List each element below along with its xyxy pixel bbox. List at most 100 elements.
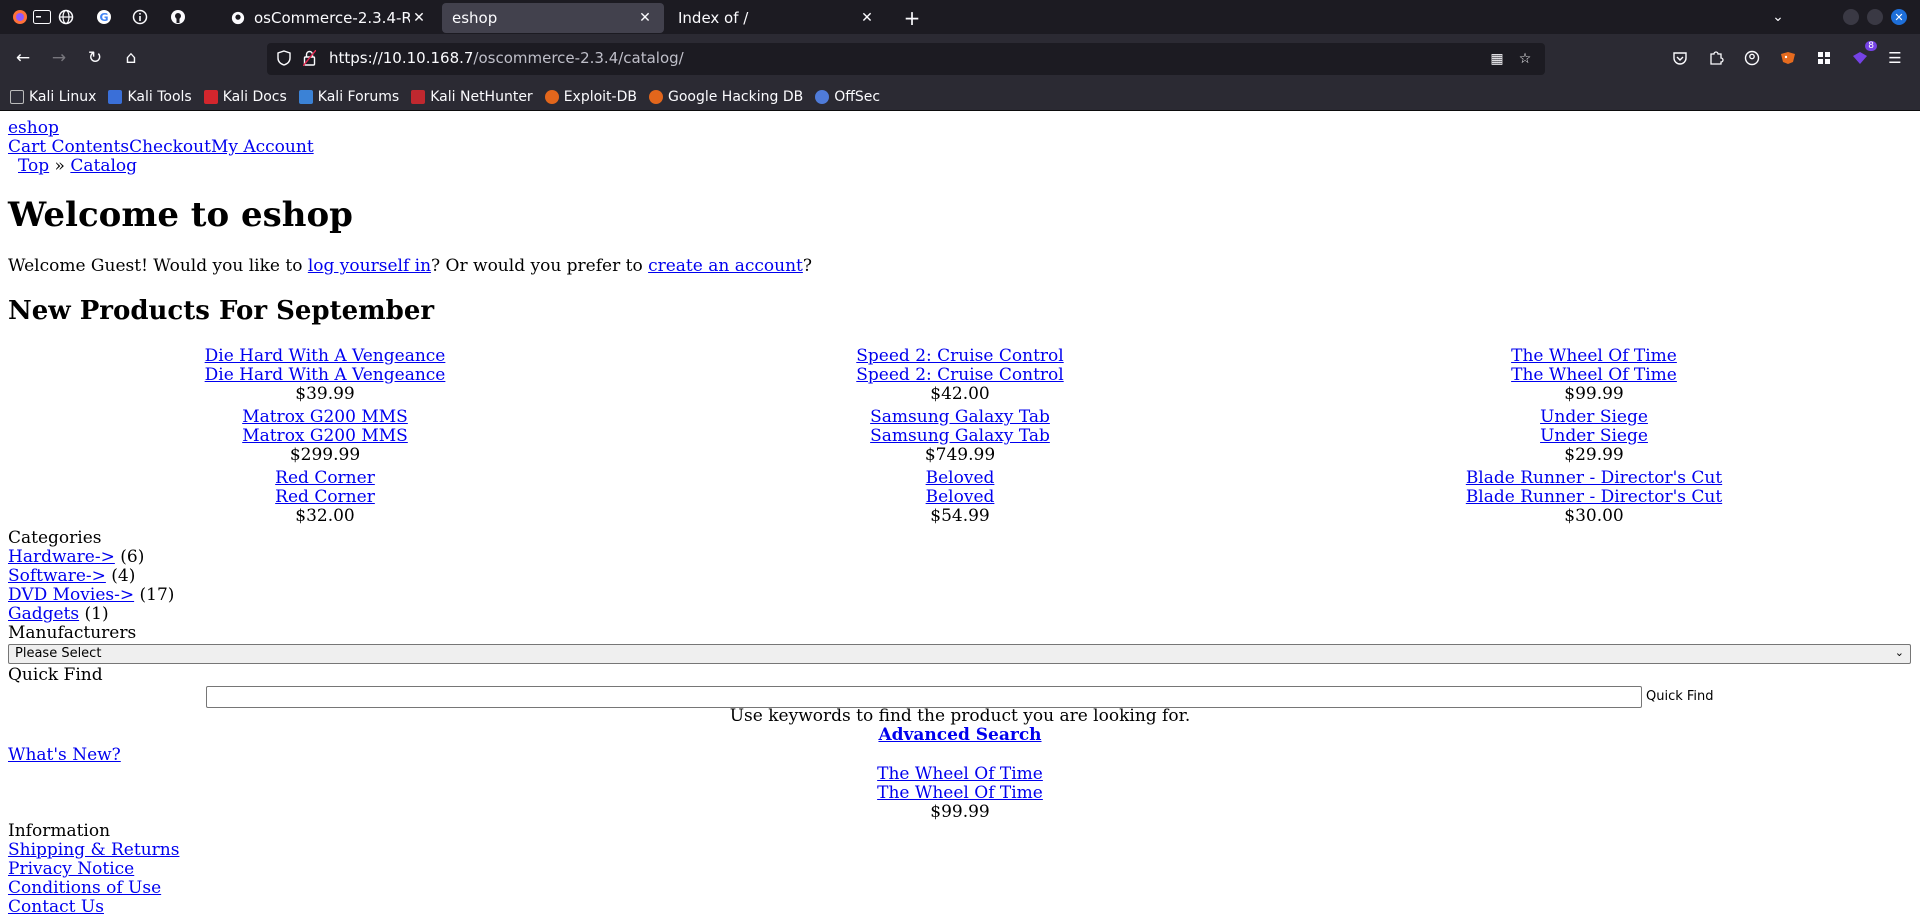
bookmark-google-hacking-db[interactable]: Google Hacking DB bbox=[648, 89, 803, 105]
reload-icon[interactable]: ↻ bbox=[83, 46, 107, 70]
back-icon[interactable]: ← bbox=[11, 46, 35, 70]
category-link-gadgets[interactable]: Gadgets bbox=[8, 604, 79, 624]
product-image-link[interactable]: Matrox G200 MMS bbox=[242, 407, 408, 427]
tab-eshop[interactable]: eshop ✕ bbox=[442, 3, 664, 33]
bookmark-kali-tools[interactable]: Kali Tools bbox=[108, 88, 192, 105]
privacy-notice-link[interactable]: Privacy Notice bbox=[8, 860, 134, 879]
product-cell: The Wheel Of Time The Wheel Of Time $99.… bbox=[1469, 347, 1719, 404]
category-link-software[interactable]: Software-> bbox=[8, 566, 106, 586]
extensions-puzzle-icon[interactable] bbox=[1705, 47, 1727, 69]
bookmark-kali-docs[interactable]: Kali Docs bbox=[203, 89, 287, 105]
breadcrumb-catalog-link[interactable]: Catalog bbox=[70, 156, 137, 176]
product-name-link[interactable]: Samsung Galaxy Tab bbox=[870, 426, 1050, 446]
product-name-link[interactable]: Under Siege bbox=[1540, 426, 1648, 446]
forward-icon[interactable]: → bbox=[47, 46, 71, 70]
bookmark-kali-forums[interactable]: Kali Forums bbox=[298, 89, 399, 105]
pinned-tab-info-icon[interactable] bbox=[122, 0, 158, 34]
bookmark-kali-linux[interactable]: Kali Linux bbox=[10, 89, 96, 105]
product-cell: Speed 2: Cruise Control Speed 2: Cruise … bbox=[835, 347, 1085, 404]
manufacturers-title: Manufacturers bbox=[8, 623, 137, 643]
product-name-link[interactable]: Speed 2: Cruise Control bbox=[856, 365, 1063, 385]
product-image-link[interactable]: The Wheel Of Time bbox=[1511, 346, 1677, 366]
qr-code-icon[interactable]: ▦ bbox=[1488, 50, 1506, 68]
bookmark-kali-nethunter[interactable]: Kali NetHunter bbox=[411, 89, 533, 105]
advanced-search-link[interactable]: Advanced Search bbox=[878, 725, 1041, 745]
lock-icon[interactable] bbox=[302, 49, 317, 68]
pinned-tab-google-icon[interactable]: G bbox=[86, 0, 122, 34]
home-icon[interactable]: ⌂ bbox=[119, 46, 143, 70]
product-name-link[interactable]: Blade Runner - Director's Cut bbox=[1466, 487, 1722, 507]
product-image-link[interactable]: Beloved bbox=[926, 468, 995, 488]
product-cell: Under Siege Under Siege $29.99 bbox=[1469, 408, 1719, 465]
breadcrumb-top-link[interactable]: Top bbox=[18, 156, 49, 176]
minimize-window-button[interactable] bbox=[1843, 9, 1859, 25]
bookmark-star-icon[interactable]: ☆ bbox=[1516, 50, 1534, 68]
product-name-link[interactable]: Beloved bbox=[926, 487, 995, 507]
product-cell: Matrox G200 MMS Matrox G200 MMS $299.99 bbox=[200, 408, 450, 465]
list-all-tabs-icon[interactable]: ⌄ bbox=[1768, 7, 1788, 27]
bookmark-offsec[interactable]: OffSec bbox=[815, 89, 880, 105]
close-tab-icon[interactable]: ✕ bbox=[410, 10, 428, 26]
product-price: $749.99 bbox=[924, 445, 996, 465]
apps-grid-icon[interactable] bbox=[1813, 47, 1835, 69]
product-name-link[interactable]: The Wheel Of Time bbox=[1511, 365, 1677, 385]
new-tab-button[interactable]: + bbox=[900, 3, 924, 33]
cart-contents-link[interactable]: Cart Contents bbox=[8, 137, 129, 157]
hamburger-menu-icon[interactable]: ☰ bbox=[1884, 47, 1906, 69]
tracking-protection-shield-icon[interactable] bbox=[277, 50, 293, 68]
create-account-link[interactable]: create an account bbox=[648, 256, 803, 276]
category-link-hardware[interactable]: Hardware-> bbox=[8, 547, 115, 567]
new-products-heading: New Products For September bbox=[8, 296, 435, 326]
bookmark-exploit-db[interactable]: Exploit-DB bbox=[544, 89, 637, 105]
page-title: Welcome to eshop bbox=[8, 195, 353, 235]
close-window-button[interactable]: ✕ bbox=[1891, 9, 1907, 25]
product-image-link[interactable]: Die Hard With A Vengeance bbox=[205, 346, 446, 366]
breadcrumb: Top » Catalog bbox=[18, 157, 137, 176]
pinned-tab-globe-icon[interactable] bbox=[48, 0, 84, 34]
product-price: $54.99 bbox=[930, 506, 990, 526]
pinned-tab-github-icon[interactable] bbox=[160, 0, 196, 34]
product-image-link[interactable]: Blade Runner - Director's Cut bbox=[1466, 468, 1722, 488]
product-name-link[interactable]: Matrox G200 MMS bbox=[242, 426, 408, 446]
exploit-db-icon bbox=[544, 89, 559, 104]
store-logo-link[interactable]: eshop bbox=[8, 119, 59, 138]
tab-title: osCommerce-2.3.4-Rem bbox=[254, 9, 410, 27]
tab-bar: G osCommerce-2.3.4-Rem ✕ eshop ✕ Index o… bbox=[0, 0, 1920, 34]
whats-new-link[interactable]: What's New? bbox=[8, 746, 121, 765]
shipping-returns-link[interactable]: Shipping & Returns bbox=[8, 841, 179, 860]
conditions-of-use-link[interactable]: Conditions of Use bbox=[8, 879, 161, 898]
product-image-link[interactable]: Speed 2: Cruise Control bbox=[856, 346, 1063, 366]
account-icon[interactable] bbox=[1741, 47, 1763, 69]
product-cell: Blade Runner - Director's Cut Blade Runn… bbox=[1444, 469, 1744, 526]
tab-index-of[interactable]: Index of / ✕ bbox=[668, 3, 886, 33]
tab-oscommerce[interactable]: osCommerce-2.3.4-Rem ✕ bbox=[220, 3, 438, 33]
whats-new-name-link[interactable]: The Wheel Of Time bbox=[877, 783, 1043, 803]
quick-find-button[interactable]: Quick Find bbox=[1646, 689, 1714, 704]
product-image-link[interactable]: Red Corner bbox=[275, 468, 375, 488]
product-name-link[interactable]: Red Corner bbox=[275, 487, 375, 507]
kali-nethunter-icon bbox=[411, 89, 426, 104]
product-image-link[interactable]: Samsung Galaxy Tab bbox=[870, 407, 1050, 427]
my-account-link[interactable]: My Account bbox=[211, 137, 314, 157]
extension-badge-icon[interactable]: 8 bbox=[1849, 41, 1877, 69]
pocket-icon[interactable] bbox=[1669, 47, 1691, 69]
product-name-link[interactable]: Die Hard With A Vengeance bbox=[205, 365, 446, 385]
manufacturers-select[interactable]: Please Select ⌄ bbox=[8, 644, 1911, 664]
maximize-window-button[interactable] bbox=[1867, 9, 1883, 25]
header-links: Cart ContentsCheckoutMy Account bbox=[8, 138, 314, 157]
product-image-link[interactable]: Under Siege bbox=[1540, 407, 1648, 427]
foxyproxy-icon[interactable] bbox=[1777, 47, 1799, 69]
checkout-link[interactable]: Checkout bbox=[129, 137, 211, 157]
whats-new-image-link[interactable]: The Wheel Of Time bbox=[877, 764, 1043, 784]
tab-title: Index of / bbox=[678, 9, 749, 27]
address-bar[interactable]: https://10.10.168.7/oscommerce-2.3.4/cat… bbox=[267, 43, 1545, 75]
quick-find-input[interactable] bbox=[206, 686, 1642, 708]
close-tab-icon[interactable]: ✕ bbox=[858, 10, 876, 26]
bookmark-label: Kali Tools bbox=[127, 88, 192, 105]
close-tab-icon[interactable]: ✕ bbox=[636, 10, 654, 26]
bookmark-label: OffSec bbox=[834, 88, 881, 105]
welcome-text-pre: Welcome Guest! Would you like to bbox=[8, 256, 308, 276]
login-link[interactable]: log yourself in bbox=[308, 256, 431, 276]
category-link-dvd-movies[interactable]: DVD Movies-> bbox=[8, 585, 134, 605]
contact-us-link[interactable]: Contact Us bbox=[8, 898, 104, 917]
